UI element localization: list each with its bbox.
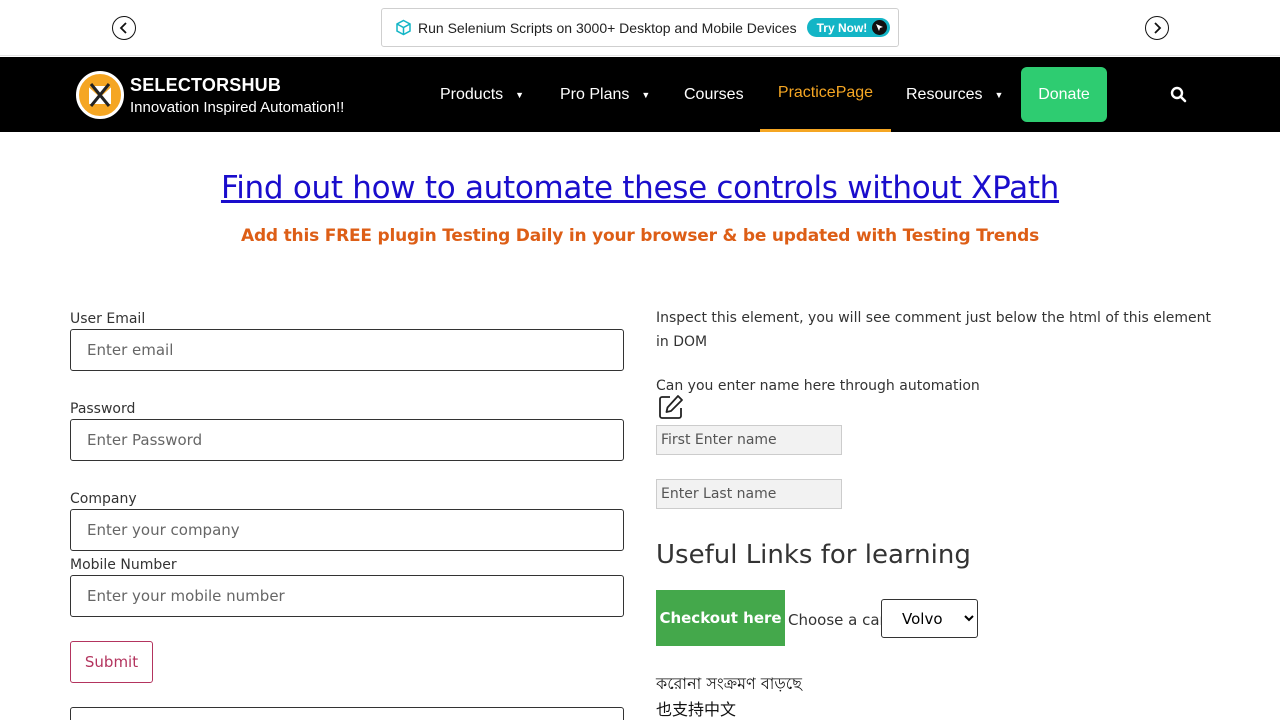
brand-name[interactable]: SELECTORSHUB	[130, 75, 281, 96]
promo-banner[interactable]: Run Selenium Scripts on 3000+ Desktop an…	[381, 8, 899, 47]
next-form-field[interactable]	[70, 707, 624, 720]
donate-button[interactable]: Donate	[1021, 67, 1107, 122]
mobile-number-input[interactable]	[70, 575, 624, 617]
cube-icon	[396, 19, 411, 36]
choose-car-label: Choose a car:	[788, 611, 891, 629]
promo-next-arrow-icon[interactable]	[1145, 16, 1169, 40]
useful-links-heading: Useful Links for learning	[656, 540, 971, 570]
selectorshub-logo-icon[interactable]	[76, 71, 124, 119]
company-label: Company	[70, 491, 137, 507]
edit-icon[interactable]	[657, 393, 685, 421]
company-input[interactable]	[70, 509, 624, 551]
last-name-input[interactable]	[656, 479, 842, 509]
cursor-icon	[872, 20, 888, 35]
user-email-input[interactable]	[70, 329, 624, 371]
enter-name-prompt: Can you enter name here through automati…	[656, 378, 980, 394]
nav-item-pro-plans[interactable]: Pro Plans ▼	[560, 57, 650, 132]
promo-prev-arrow-icon[interactable]	[112, 16, 136, 40]
caret-down-icon: ▼	[515, 89, 525, 100]
promo-try-now-button[interactable]: Try Now!	[806, 18, 891, 37]
promo-bar: Run Selenium Scripts on 3000+ Desktop an…	[0, 0, 1280, 56]
nav-item-courses[interactable]: Courses	[684, 57, 744, 132]
checkout-here-button[interactable]: Checkout here	[656, 590, 785, 646]
car-select[interactable]: Volvo	[881, 599, 978, 638]
caret-down-icon: ▼	[994, 89, 1004, 100]
submit-button[interactable]: Submit	[70, 641, 153, 683]
nav-item-resources[interactable]: Resources ▼	[906, 57, 1003, 132]
caret-down-icon: ▼	[641, 89, 651, 100]
search-icon[interactable]	[1170, 86, 1187, 103]
nav-item-practice-page[interactable]: PracticePage	[760, 57, 891, 132]
headline-link[interactable]: Find out how to automate these controls …	[0, 170, 1280, 206]
inspect-element-text: Inspect this element, you will see comme…	[656, 310, 1212, 350]
user-email-label: User Email	[70, 311, 146, 327]
chinese-text: 也支持中文	[656, 700, 737, 719]
nav-item-products[interactable]: Products ▼	[440, 57, 524, 132]
brand-tagline: Innovation Inspired Automation!!	[130, 99, 345, 116]
main-navbar: SELECTORSHUB Innovation Inspired Automat…	[0, 57, 1280, 132]
first-name-input[interactable]	[656, 425, 842, 455]
password-input[interactable]	[70, 419, 624, 461]
mobile-number-label: Mobile Number	[70, 557, 177, 573]
bengali-text: করোনা সংক্রমণ বাড়ছে	[656, 674, 802, 693]
password-label: Password	[70, 401, 136, 417]
subheadline-text: Add this FREE plugin Testing Daily in yo…	[241, 226, 1039, 246]
promo-text: Run Selenium Scripts on 3000+ Desktop an…	[418, 19, 797, 36]
